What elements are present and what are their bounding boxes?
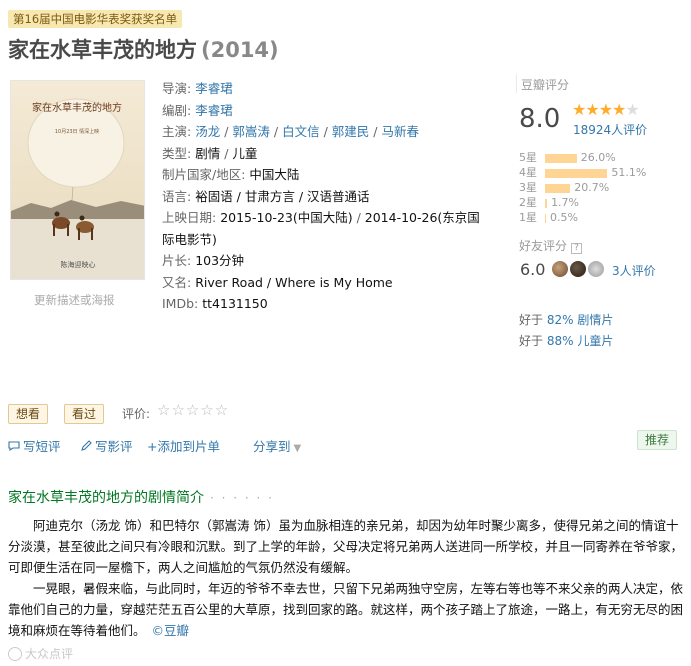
writer-link[interactable]: 李睿珺 xyxy=(195,103,233,118)
rating-distribution: 5星 26.0% 4星 51.1% 3星 20.7% 2星 1.7% 1星 0.5% xyxy=(519,150,646,225)
watermark: 大众点评 xyxy=(8,645,73,662)
recommend-button[interactable]: 推荐 xyxy=(637,430,678,450)
distribution-percent: 1.7% xyxy=(551,196,580,209)
poster-tagline: 陈海迎映心 xyxy=(61,260,96,269)
writer-row: 编剧: 李睿珺 xyxy=(162,102,233,118)
movie-info: 导演: 李睿珺 编剧: 李睿珺 主演: 汤龙 / 郭嵩涛 / 白文信 / 郭建民… xyxy=(162,78,492,315)
write-review-link[interactable]: 写影评 xyxy=(80,436,133,455)
edit-icon xyxy=(81,440,92,451)
distribution-bar xyxy=(545,198,548,208)
poster-calligraphy: 家在水草丰茂的地方 xyxy=(32,101,122,114)
distribution-row: 1星 0.5% xyxy=(519,210,646,225)
distribution-star-label: 3星 xyxy=(519,181,537,194)
friend-avatars xyxy=(552,261,604,277)
want-to-watch-button[interactable]: 想看 xyxy=(8,404,49,424)
avatar[interactable] xyxy=(588,261,604,277)
imdb-row: IMDb: tt4131150 xyxy=(162,296,268,311)
better-than-row: 好于 88% 儿童片 xyxy=(519,334,614,348)
synopsis-text: 阿迪克尔（汤龙 饰）和巴特尔（郭嵩涛 饰）虽为血脉相连的亲兄弟，却因为幼年时聚少… xyxy=(8,515,686,641)
add-to-list-link[interactable]: +添加到片单 xyxy=(147,436,220,455)
distribution-bar xyxy=(545,168,608,178)
page-title: 家在水草丰茂的地方 (2014) xyxy=(8,34,279,64)
dianping-logo-icon xyxy=(8,646,22,661)
write-short-review-link[interactable]: 写短评 xyxy=(8,436,61,455)
distribution-bar xyxy=(545,153,577,163)
rate-stars[interactable]: ☆☆☆☆☆ xyxy=(157,401,229,419)
better-than-row: 好于 82% 剧情片 xyxy=(519,313,614,327)
distribution-star-label: 4星 xyxy=(519,166,537,179)
votes-link[interactable]: 18924人评价 xyxy=(573,121,647,138)
genre-value: 剧情 xyxy=(195,145,221,161)
distribution-bar xyxy=(545,183,571,193)
director-row: 导演: 李睿珺 xyxy=(162,81,233,96)
synopsis-heading: 家在水草丰茂的地方的剧情简介 · · · · · · xyxy=(8,490,274,506)
rating-label: 豆瓣评分 xyxy=(521,78,570,92)
runtime-row: 片长: 103分钟 xyxy=(162,253,245,268)
cast-row: 主演: 汤龙 / 郭嵩涛 / 白文信 / 郭建民 / 马新春 xyxy=(162,124,419,139)
distribution-percent: 0.5% xyxy=(550,211,578,224)
distribution-percent: 26.0% xyxy=(580,151,616,164)
distribution-row: 5星 26.0% xyxy=(519,150,646,165)
cast-link[interactable]: 汤龙 xyxy=(195,124,220,139)
friend-count-link[interactable]: 3人评价 xyxy=(612,262,656,279)
genre-row: 类型: 剧情 / 儿童 xyxy=(162,145,258,161)
distribution-percent: 20.7% xyxy=(574,181,610,194)
friend-rating-label: 好友评分? xyxy=(519,237,583,254)
language-row: 语言: 裕固语 / 甘肃方言 / 汉语普通话 xyxy=(162,188,370,204)
better-than: 好于 82% 剧情片 好于 88% 儿童片 xyxy=(519,310,613,352)
share-dropdown[interactable]: 分享到 ▼ xyxy=(253,436,301,455)
copyright-link[interactable]: ©豆瓣 xyxy=(152,623,190,638)
cast-link[interactable]: 白文信 xyxy=(282,124,320,139)
update-poster-link[interactable]: 更新描述或海报 xyxy=(34,292,115,308)
director-link[interactable]: 李睿珺 xyxy=(195,81,233,96)
rating-panel: 豆瓣评分 xyxy=(516,74,686,93)
chevron-down-icon: ▼ xyxy=(293,443,302,454)
avatar[interactable] xyxy=(552,261,568,277)
imdb-id[interactable]: tt4131150 xyxy=(202,296,267,311)
help-icon[interactable]: ? xyxy=(571,243,583,254)
distribution-bar xyxy=(545,213,546,223)
rate-label: 评价: xyxy=(122,407,151,421)
movie-year: (2014) xyxy=(201,38,279,62)
distribution-row: 3星 20.7% xyxy=(519,180,646,195)
synopsis-paragraph: 一晃眼，暑假来临，与此同时，年迈的爷爷不幸去世，只留下兄弟两独守空房，左等右等也… xyxy=(8,581,684,638)
genre-value: 儿童 xyxy=(232,145,258,161)
distribution-row: 4星 51.1% xyxy=(519,165,646,180)
star-empty-icon: ★ xyxy=(625,100,639,119)
cast-link[interactable]: 郭嵩涛 xyxy=(232,124,270,139)
aka-row: 又名: River Road / Where is My Home xyxy=(162,274,393,290)
release-row: 上映日期: 2015-10-23(中国大陆) / 2014-10-26(东京国际… xyxy=(162,210,480,247)
movie-poster[interactable]: 家在水草丰茂的地方 10月23日 情深上映 陈海迎映心 xyxy=(10,80,145,280)
movie-name: 家在水草丰茂的地方 xyxy=(8,38,197,62)
award-tag[interactable]: 第16届中国电影华表奖获奖名单 xyxy=(8,10,183,28)
cast-link[interactable]: 马新春 xyxy=(381,124,419,139)
country-row: 制片国家/地区: 中国大陆 xyxy=(162,167,300,182)
synopsis-paragraph: 阿迪克尔（汤龙 饰）和巴特尔（郭嵩涛 饰）虽为血脉相连的亲兄弟，却因为幼年时聚少… xyxy=(8,518,684,575)
watched-button[interactable]: 看过 xyxy=(64,404,105,424)
cast-link[interactable]: 郭建民 xyxy=(332,124,370,139)
distribution-star-label: 1星 xyxy=(519,211,537,224)
rating-score: 8.0 xyxy=(519,104,561,134)
rating-stars: ★★★★★ xyxy=(572,100,640,119)
poster-date: 10月23日 情深上映 xyxy=(55,128,99,135)
distribution-row: 2星 1.7% xyxy=(519,195,646,210)
distribution-star-label: 5星 xyxy=(519,151,537,164)
avatar[interactable] xyxy=(570,261,586,277)
distribution-star-label: 2星 xyxy=(519,196,537,209)
comment-icon xyxy=(8,441,20,452)
star-icon: ★★★★ xyxy=(572,100,626,119)
distribution-percent: 51.1% xyxy=(611,166,647,179)
friend-score: 6.0 xyxy=(520,260,546,279)
